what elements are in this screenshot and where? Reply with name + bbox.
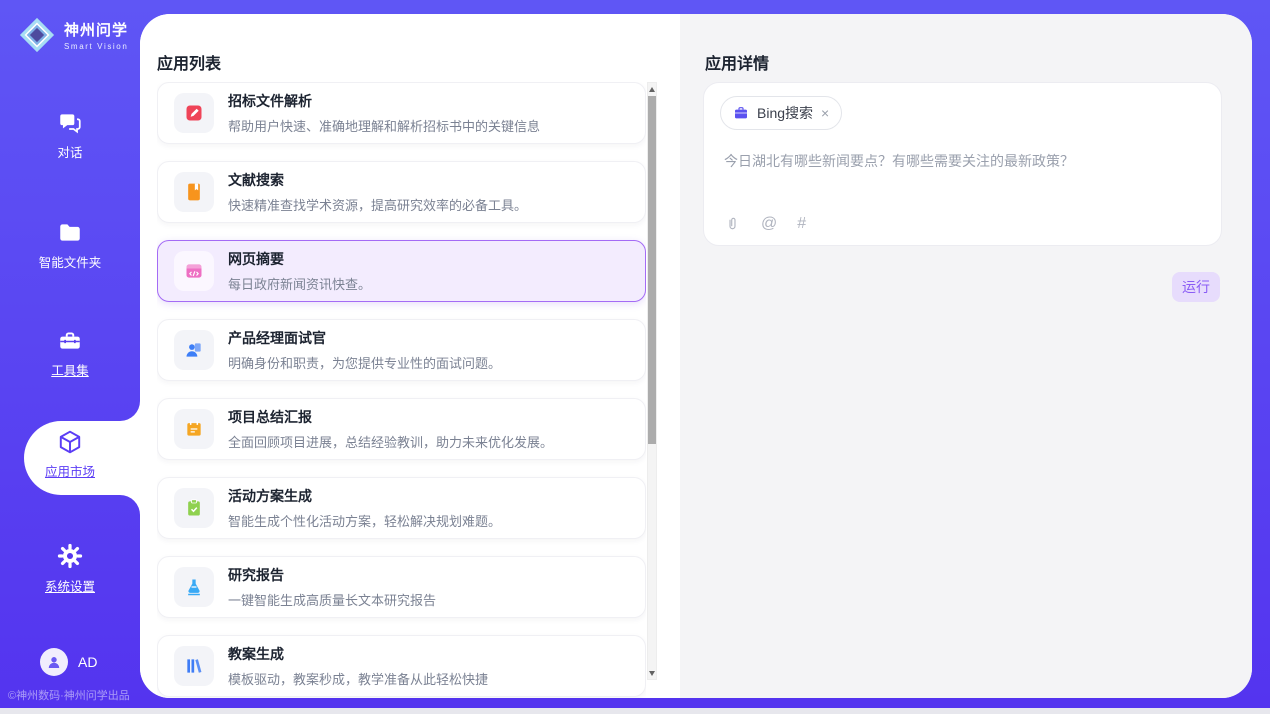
sidebar-item-smart-folder[interactable]: 智能文件夹	[0, 220, 140, 271]
query-input[interactable]: 今日湖北有哪些新闻要点？有哪些需要关注的最新政策？	[724, 151, 1205, 171]
app-card-web-summary[interactable]: 网页摘要 每日政府新闻资讯快查。	[157, 240, 646, 302]
prompt-card: Bing搜索 × 今日湖北有哪些新闻要点？有哪些需要关注的最新政策？ @ #	[703, 82, 1222, 246]
triangle-down-icon	[649, 671, 655, 676]
sidebar-item-label: 工具集	[0, 360, 140, 379]
scrollbar-thumb[interactable]	[648, 96, 656, 444]
app-name: 活动方案生成	[228, 486, 501, 506]
app-card-pm-interviewer[interactable]: 产品经理面试官 明确身份和职责，为您提供专业性的面试问题。	[157, 319, 646, 381]
triangle-up-icon	[649, 87, 655, 92]
page-bottom-strip	[0, 708, 1270, 714]
web-window-icon	[174, 251, 214, 291]
app-card-literature-search[interactable]: 文献搜索 快速精准查找学术资源，提高研究效率的必备工具。	[157, 161, 646, 223]
app-name: 研究报告	[228, 565, 436, 585]
app-card-activity-plan[interactable]: 活动方案生成 智能生成个性化活动方案，轻松解决规划难题。	[157, 477, 646, 539]
sidebar-item-toolset[interactable]: 工具集	[0, 328, 140, 379]
app-name: 产品经理面试官	[228, 328, 501, 348]
app-desc: 智能生成个性化活动方案，轻松解决规划难题。	[228, 511, 501, 530]
app-desc: 帮助用户快速、准确地理解和解析招标书中的关键信息	[228, 116, 540, 135]
app-desc: 明确身份和职责，为您提供专业性的面试问题。	[228, 353, 501, 372]
edit-pen-icon	[174, 93, 214, 133]
folder-icon	[57, 220, 83, 246]
app-desc: 全面回顾项目进展，总结经验教训，助力未来优化发展。	[228, 432, 553, 451]
clipboard-check-icon	[174, 488, 214, 528]
content-area: 应用列表 招标文件解析 帮助用户快速、准确地理解和解析招标书中的关键信息	[140, 14, 1252, 698]
brand-subtitle: Smart Vision	[64, 42, 128, 51]
tool-chip-bing-search[interactable]: Bing搜索 ×	[720, 96, 842, 130]
gear-icon	[56, 542, 84, 570]
sidebar-item-label: 智能文件夹	[0, 252, 140, 271]
close-icon[interactable]: ×	[821, 106, 829, 120]
sidebar-item-label: 对话	[0, 142, 140, 161]
copyright-footer: ©神州数码·神州问学出品	[8, 687, 142, 703]
avatar	[40, 648, 68, 676]
sidebar-item-app-market[interactable]: 应用市场	[0, 429, 140, 480]
app-desc: 一键智能生成高质量长文本研究报告	[228, 590, 436, 609]
toolbox-icon	[57, 328, 83, 354]
app-name: 文献搜索	[228, 170, 527, 190]
sidebar: 神州问学 Smart Vision 对话 智能文件夹 工具集 应用市场	[0, 0, 140, 708]
cube-icon	[57, 429, 83, 455]
interviewer-icon	[174, 330, 214, 370]
brand-logo: 神州问学 Smart Vision	[18, 16, 128, 54]
hash-icon[interactable]: #	[797, 215, 806, 233]
tool-chip-label: Bing搜索	[757, 103, 813, 123]
run-button[interactable]: 运行	[1172, 272, 1220, 302]
app-detail-title: 应用详情	[705, 50, 769, 74]
app-name: 项目总结汇报	[228, 407, 553, 427]
app-list: 招标文件解析 帮助用户快速、准确地理解和解析招标书中的关键信息 文献搜索 快速精…	[157, 82, 646, 698]
scroll-down-button[interactable]	[648, 667, 656, 679]
app-card-lesson-plan[interactable]: 教案生成 模板驱动，教案秒成，教学准备从此轻松快捷	[157, 635, 646, 697]
app-card-research-report[interactable]: 研究报告 一键智能生成高质量长文本研究报告	[157, 556, 646, 618]
app-detail-panel: 应用详情 Bing搜索 × 今日湖北有哪些新闻要点？有哪些需要关注的最新政策？ …	[680, 14, 1252, 698]
briefcase-icon	[733, 105, 749, 121]
person-icon	[45, 653, 63, 671]
user-account[interactable]: AD	[40, 648, 97, 676]
app-desc: 每日政府新闻资讯快查。	[228, 274, 371, 293]
scrollbar[interactable]	[647, 82, 657, 680]
app-card-bid-analysis[interactable]: 招标文件解析 帮助用户快速、准确地理解和解析招标书中的关键信息	[157, 82, 646, 144]
app-desc: 快速精准查找学术资源，提高研究效率的必备工具。	[228, 195, 527, 214]
flask-report-icon	[174, 567, 214, 607]
mention-icon[interactable]: @	[761, 215, 777, 233]
book-icon	[174, 172, 214, 212]
calendar-note-icon	[174, 409, 214, 449]
app-desc: 模板驱动，教案秒成，教学准备从此轻松快捷	[228, 669, 488, 688]
brand-diamond-icon	[18, 16, 56, 54]
brand-name: 神州问学	[64, 19, 128, 40]
app-card-project-summary[interactable]: 项目总结汇报 全面回顾项目进展，总结经验教训，助力未来优化发展。	[157, 398, 646, 460]
app-name: 网页摘要	[228, 249, 371, 269]
input-toolbar: @ #	[724, 215, 806, 233]
app-list-panel: 应用列表 招标文件解析 帮助用户快速、准确地理解和解析招标书中的关键信息	[140, 14, 680, 698]
sidebar-item-chat[interactable]: 对话	[0, 110, 140, 161]
chat-icon	[57, 110, 83, 136]
user-name: AD	[78, 654, 97, 670]
app-list-title: 应用列表	[157, 50, 221, 74]
scroll-up-button[interactable]	[648, 83, 656, 95]
app-name: 教案生成	[228, 644, 488, 664]
books-icon	[174, 646, 214, 686]
sidebar-item-label: 应用市场	[0, 461, 140, 480]
sidebar-item-label: 系统设置	[0, 576, 140, 595]
sidebar-item-settings[interactable]: 系统设置	[0, 542, 140, 595]
app-name: 招标文件解析	[228, 91, 540, 111]
paperclip-icon[interactable]	[724, 216, 741, 233]
